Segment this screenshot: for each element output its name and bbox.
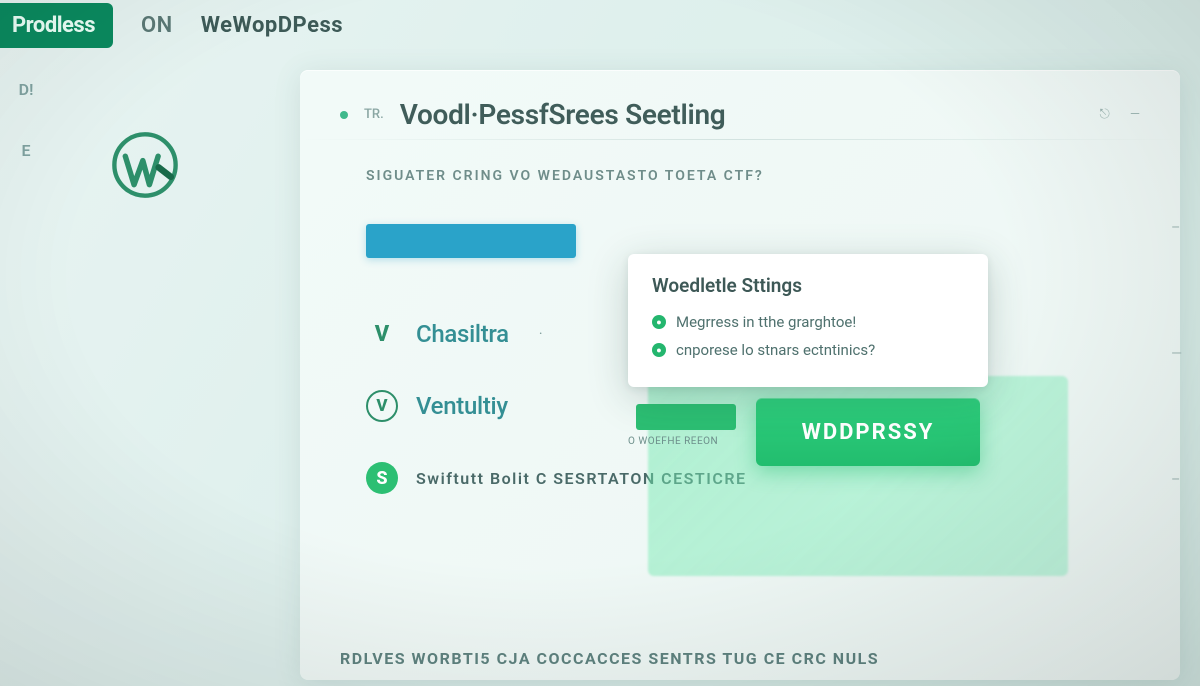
status-dot-icon <box>340 111 348 119</box>
panel-mini-label: TR. <box>364 107 384 122</box>
left-rail: D! E <box>6 80 46 160</box>
tab-wewopdpess[interactable]: WeWopDPess <box>201 13 343 38</box>
list-item-label: Ventultiy <box>416 392 508 420</box>
brand-pill[interactable]: Prodless <box>0 3 113 48</box>
check-circle-icon: ● <box>652 315 666 329</box>
popup-option-label: Megrress in tthe grarghtoe! <box>676 313 856 331</box>
s-badge-icon: S <box>366 462 398 494</box>
gutter-mark: – <box>1171 220 1182 236</box>
popup-title: Woedletle Sttings <box>652 274 964 297</box>
mini-input-caption: O WOEFHE REEON <box>628 436 718 447</box>
progress-bar <box>366 224 576 258</box>
settings-popup: Woedletle Sttings ● Megrress in tthe gra… <box>628 254 988 387</box>
panel-footer-text: RDLVES WORBTI5 CJA COCCACCES SENTRS TUG … <box>340 649 879 668</box>
popup-option-2[interactable]: ● cnporese lo stnars ectntinics? <box>652 341 964 359</box>
list-item-suffix: · <box>539 326 544 342</box>
panel-header: TR. Voodl·PessfSrees Seetling ⎋ — <box>340 98 1140 131</box>
check-circle-icon: ● <box>652 343 666 357</box>
mini-input[interactable] <box>636 404 736 430</box>
right-gutter: – — – <box>1171 220 1182 488</box>
header-action-1[interactable]: ⎋ <box>1100 107 1110 122</box>
tab-on[interactable]: ON <box>141 13 173 38</box>
v-circle-icon: V <box>366 390 398 422</box>
rail-item-d[interactable]: D! <box>19 80 34 99</box>
top-bar: Prodless ON WeWopDPess <box>0 0 1200 50</box>
primary-cta-button[interactable]: WDDPRSSY <box>756 398 980 466</box>
popup-option-1[interactable]: ● Megrress in tthe grarghtoe! <box>652 313 964 331</box>
rail-item-e[interactable]: E <box>21 141 30 160</box>
header-action-2[interactable]: — <box>1130 107 1140 122</box>
gutter-mark: – <box>1171 472 1182 488</box>
header-divider <box>300 139 1180 140</box>
panel-subtitle: SIGUATER CRING VO WEDAUSTASTO TOETA CTF? <box>366 168 1140 184</box>
v-icon: V <box>366 318 398 350</box>
popup-option-label: cnporese lo stnars ectntinics? <box>676 341 875 359</box>
wordpress-logo-icon <box>110 130 180 200</box>
gutter-mark: — <box>1171 346 1182 362</box>
panel-title: Voodl·PessfSrees Seetling <box>400 98 726 131</box>
list-item-label: Chasiltra <box>416 320 509 348</box>
panel-header-actions: ⎋ — <box>1100 107 1140 122</box>
